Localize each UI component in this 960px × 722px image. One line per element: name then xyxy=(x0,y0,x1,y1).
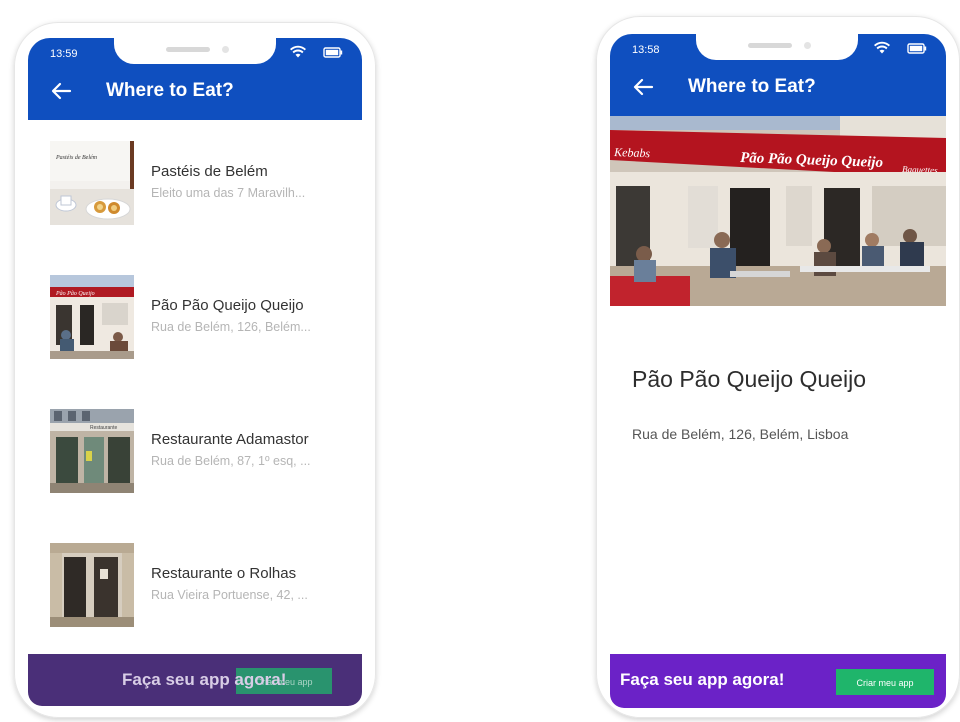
create-app-button[interactable]: Criar meu app xyxy=(836,669,934,695)
restaurant-hero-image: Kebabs Pão Pão Queijo Queijo Baguettes xyxy=(610,116,946,306)
app-bar-title: Where to Eat? xyxy=(688,76,816,97)
phone-frame-list: 13:59 Where to Eat? Pastéis de Belém Pas… xyxy=(14,22,376,718)
phone-notch xyxy=(696,34,858,60)
back-arrow-icon[interactable] xyxy=(632,76,654,98)
battery-icon xyxy=(323,47,343,58)
list-item[interactable]: Restaurante o Rolhas Rua Vieira Portuens… xyxy=(28,522,362,657)
detail-screen: 13:58 Where to Eat? Kebabs Pão Pão Queij… xyxy=(610,34,946,708)
hero-sign-left: Kebabs xyxy=(613,145,651,160)
battery-icon xyxy=(907,43,927,54)
front-camera xyxy=(222,46,229,53)
app-bar: 13:59 Where to Eat? xyxy=(28,38,362,120)
speaker-grille xyxy=(748,43,792,48)
item-title: Pão Pão Queijo Queijo xyxy=(151,297,304,314)
restaurant-name: Pão Pão Queijo Queijo xyxy=(632,366,866,392)
back-arrow-icon[interactable] xyxy=(50,80,72,102)
app-bar-title: Where to Eat? xyxy=(106,80,234,101)
thumb-caption: Pastéis de Belém xyxy=(55,155,98,161)
list-item[interactable]: Pão Pão Queijo Pão Pão Queijo Queijo Rua… xyxy=(28,254,362,389)
thumb-caption: Restaurante xyxy=(90,425,117,431)
restaurant-address: Rua de Belém, 126, Belém, Lisboa xyxy=(632,426,849,442)
status-time: 13:59 xyxy=(50,48,78,60)
thumb-caption: Pão Pão Queijo xyxy=(55,291,95,297)
promo-text: Faça seu app agora! xyxy=(620,670,785,689)
wifi-icon xyxy=(874,41,890,54)
front-camera xyxy=(804,42,811,49)
item-title: Pastéis de Belém xyxy=(151,163,268,180)
promo-text: Faça seu app agora! xyxy=(122,670,287,689)
item-subtitle: Rua de Belém, 87, 1º esq, ... xyxy=(151,454,311,468)
item-title: Restaurante o Rolhas xyxy=(151,565,297,582)
speaker-grille xyxy=(166,47,210,52)
status-icons xyxy=(874,41,927,54)
restaurant-thumbnail xyxy=(50,543,134,627)
wifi-icon xyxy=(290,45,306,58)
status-time: 13:58 xyxy=(632,44,660,56)
promo-banner: Faça seu app agora! Criar meu app xyxy=(610,654,946,708)
restaurant-thumbnail: Pastéis de Belém xyxy=(50,141,134,225)
restaurant-thumbnail: Restaurante xyxy=(50,409,134,493)
status-icons xyxy=(290,45,343,58)
item-subtitle: Eleito uma das 7 Maravilh... xyxy=(151,186,306,200)
item-title: Restaurante Adamastor xyxy=(151,431,309,448)
item-subtitle: Rua Vieira Portuense, 42, ... xyxy=(151,588,308,602)
item-subtitle: Rua de Belém, 126, Belém... xyxy=(151,320,311,334)
phone-frame-detail: 13:58 Where to Eat? Kebabs Pão Pão Queij… xyxy=(596,16,960,718)
app-bar: 13:58 Where to Eat? xyxy=(610,34,946,116)
list-item[interactable]: Pastéis de Belém Pastéis de Belém Eleito… xyxy=(28,120,362,255)
list-screen: 13:59 Where to Eat? Pastéis de Belém Pas… xyxy=(28,38,362,706)
promo-banner: Criar meu app Faça seu app agora! xyxy=(28,654,362,706)
restaurant-thumbnail: Pão Pão Queijo xyxy=(50,275,134,359)
list-item[interactable]: Restaurante Restaurante Adamastor Rua de… xyxy=(28,388,362,523)
phone-notch xyxy=(114,38,276,64)
